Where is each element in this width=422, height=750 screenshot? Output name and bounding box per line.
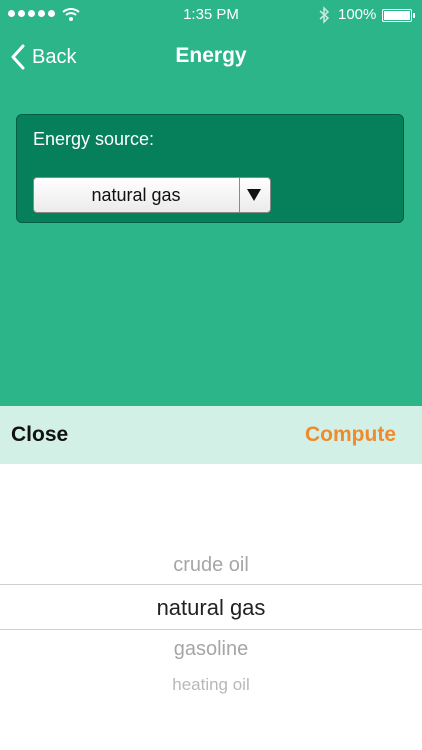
picker-item[interactable]: crude oil [0, 554, 422, 577]
energy-source-label: Energy source: [33, 129, 155, 149]
picker-item[interactable]: heating oil [0, 675, 422, 695]
energy-source-value: natural gas [91, 185, 181, 205]
picker-selection-line-bottom [0, 629, 422, 630]
battery-percent: 100% [338, 6, 377, 23]
compute-button[interactable]: Compute [305, 423, 396, 447]
content-area: Energy source: natural gas [0, 84, 422, 406]
picker-selection-line-top [0, 584, 422, 585]
navigation-bar: Back Energy [0, 30, 422, 84]
select-divider [239, 178, 240, 212]
battery-icon [382, 9, 415, 22]
dropdown-arrow-icon[interactable] [247, 189, 261, 201]
energy-source-card: Energy source: natural gas [16, 114, 404, 223]
page-title: Energy [175, 44, 247, 67]
energy-screen: 1:35 PM 100% Back Energy Energy source: … [0, 0, 422, 750]
bluetooth-icon [319, 6, 330, 24]
picker-toolbar: Close Compute [0, 406, 422, 464]
energy-source-picker[interactable]: crude oil natural gas gasoline heating o… [0, 464, 422, 750]
energy-source-select[interactable]: natural gas [33, 177, 271, 213]
picker-item[interactable]: gasoline [0, 638, 422, 661]
picker-item-selected[interactable]: natural gas [0, 595, 422, 621]
close-button[interactable]: Close [11, 423, 68, 447]
status-bar: 1:35 PM 100% [0, 0, 422, 30]
